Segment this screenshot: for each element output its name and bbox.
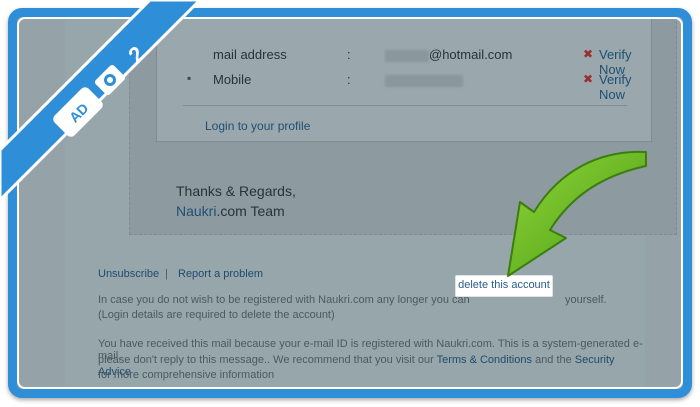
separator: |	[165, 268, 168, 280]
report-problem-link[interactable]: Report a problem	[178, 268, 263, 280]
badge-ribbon	[0, 0, 203, 203]
divider	[183, 105, 627, 106]
unsubscribe-link[interactable]: Unsubscribe	[98, 268, 159, 280]
colon: :	[347, 72, 351, 87]
redacted-mobile	[385, 75, 463, 87]
team-text: Team	[250, 203, 285, 219]
notice-line-3: for more comprehensive information	[98, 369, 275, 381]
email-domain: @hotmail.com	[429, 47, 513, 62]
account-details-panel: mail address : @hotmail.com ✖ Verify Now…	[156, 17, 652, 142]
delete-prefix-text: In case you do not wish to be registered…	[98, 294, 470, 306]
login-note: (Login details are required to delete th…	[98, 309, 335, 321]
not-verified-icon: ✖	[583, 72, 594, 86]
step-badge: AD 2	[0, 0, 203, 203]
terms-link[interactable]: Terms & Conditions	[437, 354, 532, 366]
green-arrow-icon	[507, 150, 647, 277]
not-verified-icon: ✖	[583, 47, 594, 61]
verify-mobile-link[interactable]: Verify Now	[599, 72, 651, 102]
colon: :	[347, 47, 351, 62]
redacted-email	[385, 50, 429, 62]
